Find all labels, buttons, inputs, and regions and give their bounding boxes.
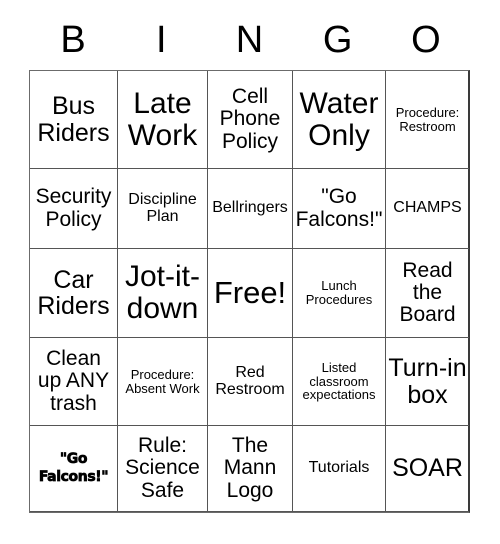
bingo-cell[interactable]: "Go Falcons!" [30,426,118,512]
bingo-cell-label: Clean up ANY trash [37,347,110,415]
bingo-cell-label: Read the Board [399,258,456,327]
bingo-cell[interactable]: SOAR [386,426,469,512]
bingo-cell-label: Procedure: Absent Work [125,366,200,396]
bingo-cell[interactable]: Car Riders [30,249,118,338]
bingo-cell[interactable]: Rule: Science Safe [118,426,208,512]
bingo-cell-label: The Mann Logo [223,434,277,502]
bingo-cell-label: Car Riders [37,265,110,320]
bingo-cell-label: Red Restroom [215,363,285,398]
bingo-cell[interactable]: Jot-it-down [118,249,208,338]
header-letter-g: G [322,19,353,61]
bingo-cell-label: Tutorials [308,459,370,477]
bingo-cell[interactable]: Discipline Plan [118,169,208,249]
header-letter-n: N [235,19,264,61]
bingo-cell[interactable]: Turn-in box [386,338,469,426]
bingo-cell-label: Security Policy [35,185,112,231]
bingo-cell-label: "Go Falcons!" [295,185,383,231]
bingo-cell-label: SOAR [392,454,463,483]
bingo-cell-label: Cell Phone Policy [219,85,281,153]
header-letter-i: I [156,19,167,61]
bingo-cell-label: Listed classroom expectations [302,359,376,403]
bingo-cell[interactable]: "Go Falcons!" [293,169,386,249]
header-letter-o: O [411,19,441,61]
bingo-cell[interactable]: Tutorials [293,426,386,512]
bingo-cell-label: Discipline Plan [128,190,197,225]
header-letter-b: B [60,19,86,61]
bingo-cell[interactable]: Security Policy [30,169,118,249]
bingo-grid: Bus Riders Late Work Cell Phone Policy Wate… [29,70,470,513]
bingo-cell-label: "Go Falcons!" [38,451,109,485]
bingo-cell[interactable]: Bellringers [208,169,293,249]
bingo-cell-label: Turn-in box [388,354,467,409]
bingo-cell[interactable]: CHAMPS [386,169,469,249]
bingo-cell[interactable]: Water Only [293,71,386,169]
bingo-cell-label: Late Work [127,86,198,152]
bingo-cell[interactable]: Listed classroom expectations [293,338,386,426]
bingo-cell-label: Lunch Procedures [305,278,373,307]
bingo-cell[interactable]: Free! [208,249,293,338]
bingo-cell[interactable]: Clean up ANY trash [30,338,118,426]
bingo-cell[interactable]: Late Work [118,71,208,169]
bingo-cell-label: Jot-it-down [125,260,200,325]
bingo-cell-label: Rule: Science Safe [125,434,200,502]
bingo-header: B I N G O [29,14,470,66]
bingo-cell[interactable]: Procedure: Restroom [386,71,469,169]
bingo-cell[interactable]: Cell Phone Policy [208,71,293,169]
bingo-card: B I N G O Bus Riders Late Work Cell Phone … [0,0,500,544]
bingo-cell[interactable]: Lunch Procedures [293,249,386,338]
bingo-cell-label: Procedure: Restroom [395,104,460,134]
bingo-cell[interactable]: Bus Riders [30,71,118,169]
bingo-cell-label: CHAMPS [393,199,462,217]
bingo-cell-label: Free! [213,274,287,310]
bingo-cell[interactable]: Read the Board [386,249,469,338]
bingo-cell[interactable]: Red Restroom [208,338,293,426]
bingo-cell-label: Water Only [299,86,379,152]
bingo-cell-label: Bellringers [212,199,288,217]
bingo-cell[interactable]: The Mann Logo [208,426,293,512]
bingo-cell-label: Bus Riders [37,92,110,147]
bingo-cell[interactable]: Procedure: Absent Work [118,338,208,426]
